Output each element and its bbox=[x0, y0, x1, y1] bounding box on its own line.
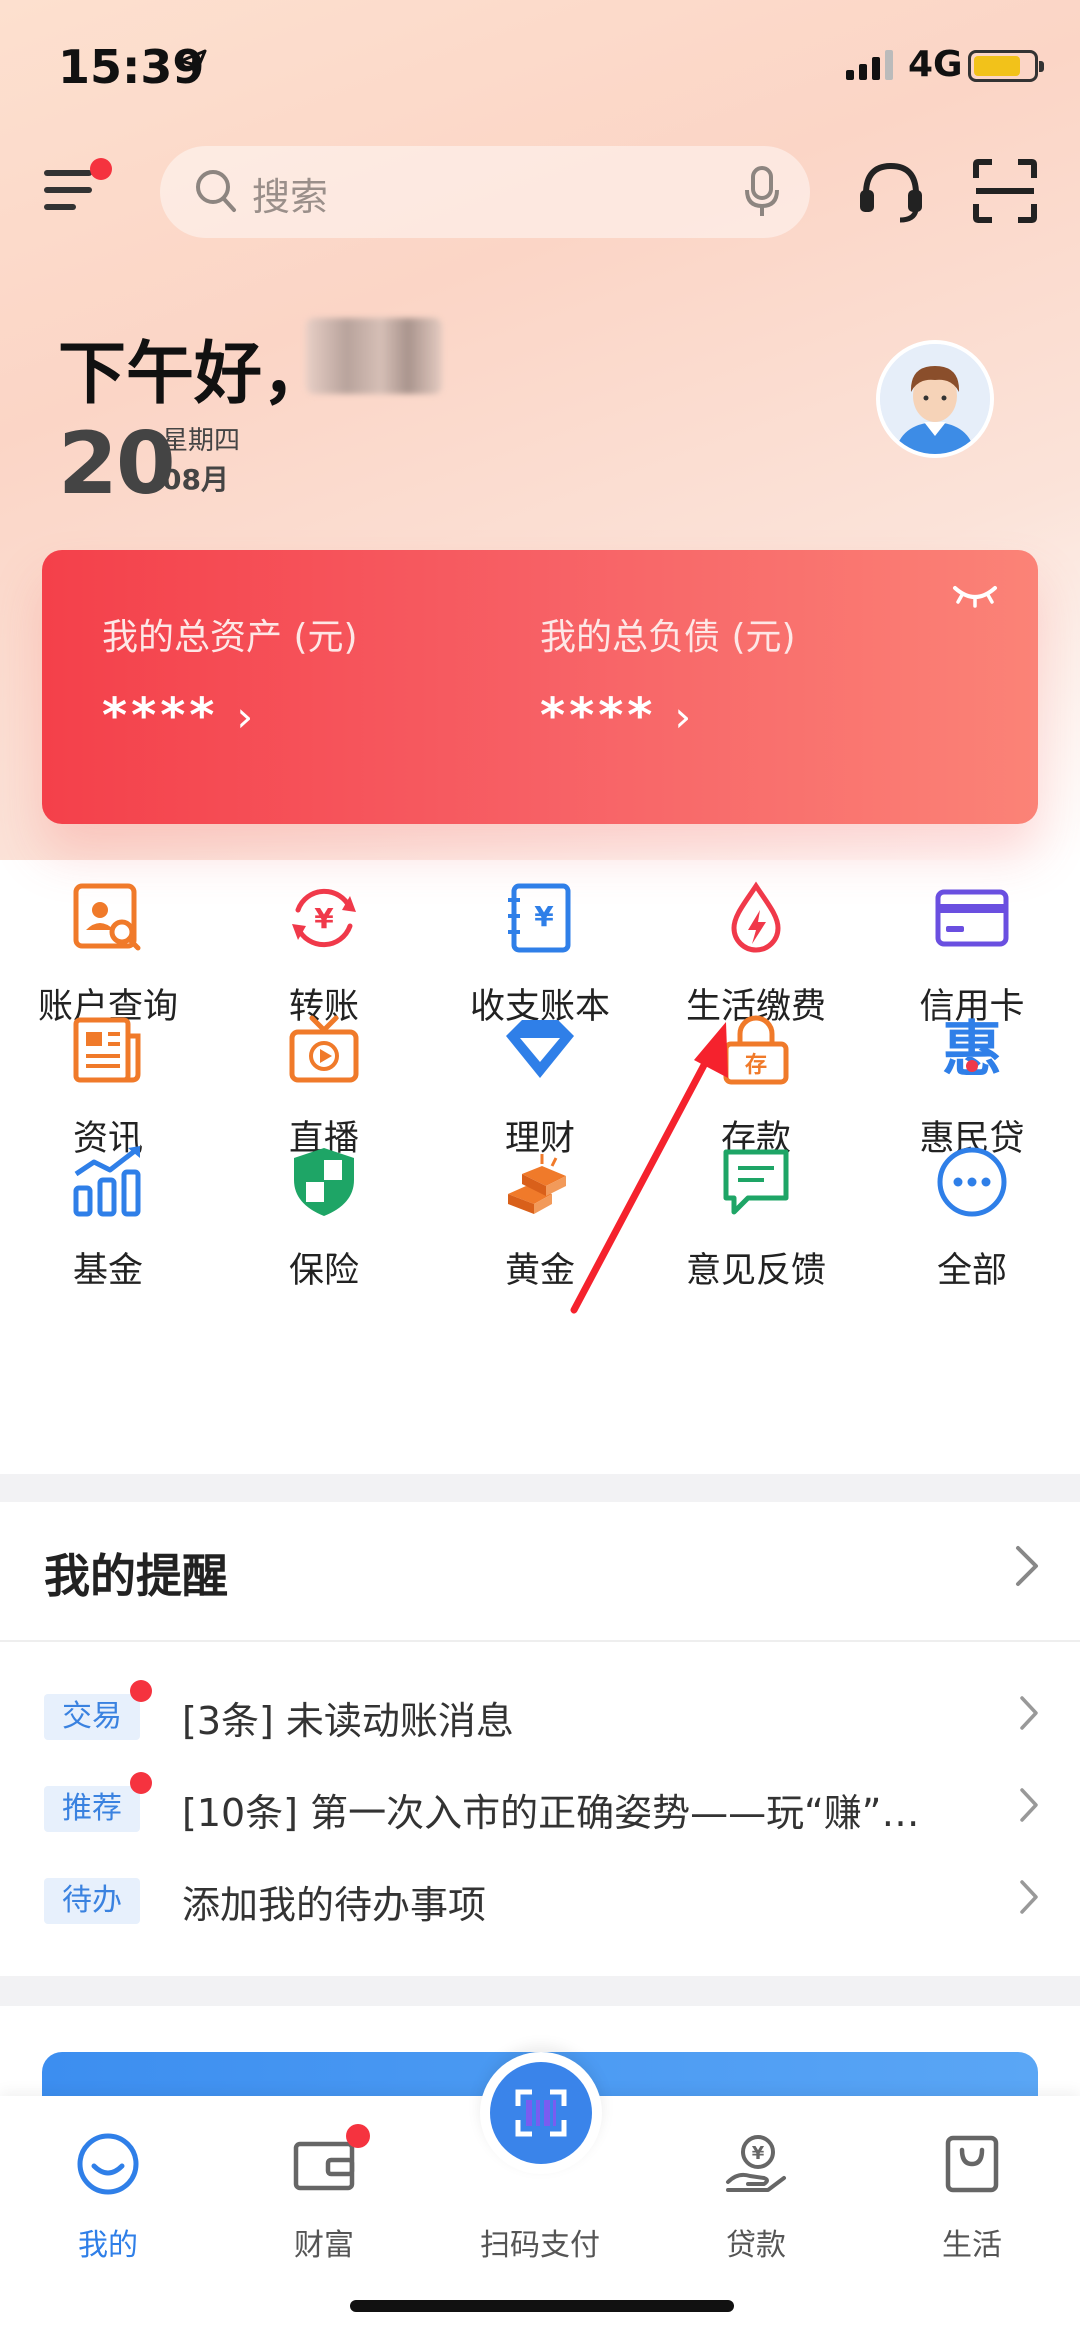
blurred-username bbox=[306, 318, 442, 394]
section-divider bbox=[0, 1474, 1080, 1502]
service-label: 基金 bbox=[72, 1251, 143, 1291]
deposit-lock-icon: 存 bbox=[718, 1012, 794, 1088]
total-assets-value: **** bbox=[102, 688, 219, 744]
reminder-text: [3条] 未读动账消息 bbox=[182, 1699, 514, 1743]
hide-balance-eye-icon[interactable] bbox=[952, 582, 998, 612]
avatar[interactable] bbox=[876, 340, 994, 458]
fund-chart-icon bbox=[70, 1144, 146, 1220]
news-icon bbox=[70, 1012, 146, 1088]
date-weekday: 星期四 bbox=[162, 426, 241, 456]
smiley-icon bbox=[76, 2132, 140, 2196]
reminders-title: 我的提醒 bbox=[44, 1549, 228, 1603]
service-label: 保险 bbox=[288, 1251, 359, 1291]
account-query-icon bbox=[70, 880, 146, 956]
microphone-icon[interactable] bbox=[744, 166, 780, 222]
network-type: 4G bbox=[908, 44, 963, 85]
service-label: 意见反馈 bbox=[685, 1251, 826, 1291]
tab-life[interactable]: 生活 bbox=[864, 2116, 1080, 2266]
chevron-right-icon: › bbox=[674, 691, 696, 741]
service-all[interactable]: 全部 bbox=[864, 1134, 1080, 1324]
scan-pay-button[interactable] bbox=[480, 2052, 602, 2174]
total-assets-label: 我的总资产 (元) bbox=[102, 617, 358, 658]
status-bar: 15:39 4G bbox=[0, 0, 1080, 130]
reminder-tag: 推荐 bbox=[44, 1786, 140, 1832]
asset-summary-card: 我的总资产 (元) **** › 我的总负债 (元) **** › bbox=[42, 550, 1038, 824]
total-debt-value: **** bbox=[540, 688, 657, 744]
date-day: 20 bbox=[58, 414, 176, 514]
tab-label: 贷款 bbox=[726, 2228, 786, 2263]
search-icon bbox=[194, 168, 238, 220]
ledger-icon: ¥ bbox=[502, 880, 578, 956]
location-arrow-icon bbox=[178, 48, 208, 82]
chevron-right-icon bbox=[1018, 1878, 1040, 1920]
shield-icon bbox=[286, 1144, 362, 1220]
chevron-right-icon: › bbox=[236, 691, 258, 741]
cellular-signal-icon bbox=[846, 50, 898, 84]
svg-text:¥: ¥ bbox=[534, 900, 554, 933]
svg-text:¥: ¥ bbox=[752, 2143, 765, 2164]
feedback-icon bbox=[718, 1144, 794, 1220]
credit-card-icon bbox=[934, 880, 1010, 956]
chevron-right-icon bbox=[1018, 1786, 1040, 1828]
battery-icon bbox=[968, 50, 1044, 82]
tab-wealth[interactable]: 财富 bbox=[216, 2116, 432, 2266]
service-label: 全部 bbox=[936, 1251, 1007, 1291]
section-divider bbox=[0, 1976, 1080, 2006]
service-insurance[interactable]: 保险 bbox=[216, 1134, 432, 1324]
service-gold[interactable]: 黄金 bbox=[432, 1134, 648, 1324]
date-month: 08月 bbox=[162, 463, 229, 496]
svg-text:存: 存 bbox=[745, 1052, 767, 1078]
search-placeholder: 搜索 bbox=[252, 175, 329, 219]
divider bbox=[0, 1640, 1080, 1642]
service-feedback[interactable]: 意见反馈 bbox=[648, 1134, 864, 1324]
reminder-row-recommend[interactable]: 推荐 [10条] 第一次入市的正确姿势——玩“赚”… bbox=[0, 1768, 1080, 1848]
total-debt[interactable]: 我的总负债 (元) **** › bbox=[540, 608, 796, 744]
service-fund[interactable]: 基金 bbox=[0, 1134, 216, 1324]
reminder-row-todo[interactable]: 待办 添加我的待办事项 bbox=[0, 1860, 1080, 1940]
unread-dot bbox=[130, 1680, 152, 1702]
tab-label: 我的 bbox=[78, 2228, 138, 2263]
reminder-text: 添加我的待办事项 bbox=[182, 1883, 487, 1927]
tab-label: 扫码支付 bbox=[480, 2228, 600, 2263]
customer-service-headset-icon[interactable] bbox=[856, 156, 926, 230]
live-tv-icon bbox=[286, 1012, 362, 1088]
svg-text:惠: 惠 bbox=[942, 1015, 1002, 1085]
scan-icon[interactable] bbox=[972, 158, 1038, 228]
huimin-loan-icon: 惠 bbox=[934, 1012, 1010, 1088]
total-debt-label: 我的总负债 (元) bbox=[540, 617, 796, 658]
qr-scan-icon bbox=[515, 2089, 567, 2137]
badge-dot bbox=[346, 2124, 370, 2148]
unread-dot bbox=[130, 1772, 152, 1794]
menu-notification-dot bbox=[90, 158, 112, 180]
hand-coin-icon: ¥ bbox=[724, 2132, 788, 2196]
transfer-icon: ¥ bbox=[286, 880, 362, 956]
utility-payment-icon bbox=[718, 880, 794, 956]
chevron-right-icon[interactable] bbox=[1014, 1544, 1040, 1592]
service-label: 黄金 bbox=[504, 1251, 575, 1291]
reminder-tag: 待办 bbox=[44, 1878, 140, 1924]
search-bar[interactable]: 搜索 bbox=[160, 146, 810, 238]
home-indicator bbox=[350, 2300, 734, 2312]
tab-label: 财富 bbox=[294, 2228, 354, 2263]
more-icon bbox=[934, 1144, 1010, 1220]
tab-loan[interactable]: ¥ 贷款 bbox=[648, 2116, 864, 2266]
total-assets[interactable]: 我的总资产 (元) **** › bbox=[102, 608, 358, 744]
tab-label: 生活 bbox=[942, 2228, 1002, 2263]
reminder-text: [10条] 第一次入市的正确姿势——玩“赚”… bbox=[182, 1791, 920, 1835]
shopping-bag-icon bbox=[940, 2132, 1004, 2196]
diamond-icon bbox=[502, 1012, 578, 1088]
tab-mine[interactable]: 我的 bbox=[0, 2116, 216, 2266]
reminder-row-transaction[interactable]: 交易 [3条] 未读动账消息 bbox=[0, 1676, 1080, 1756]
gold-bar-icon bbox=[502, 1144, 578, 1220]
svg-text:¥: ¥ bbox=[314, 902, 334, 935]
chevron-right-icon bbox=[1018, 1694, 1040, 1736]
reminder-tag: 交易 bbox=[44, 1694, 140, 1740]
greeting-text: 下午好， bbox=[58, 335, 331, 414]
